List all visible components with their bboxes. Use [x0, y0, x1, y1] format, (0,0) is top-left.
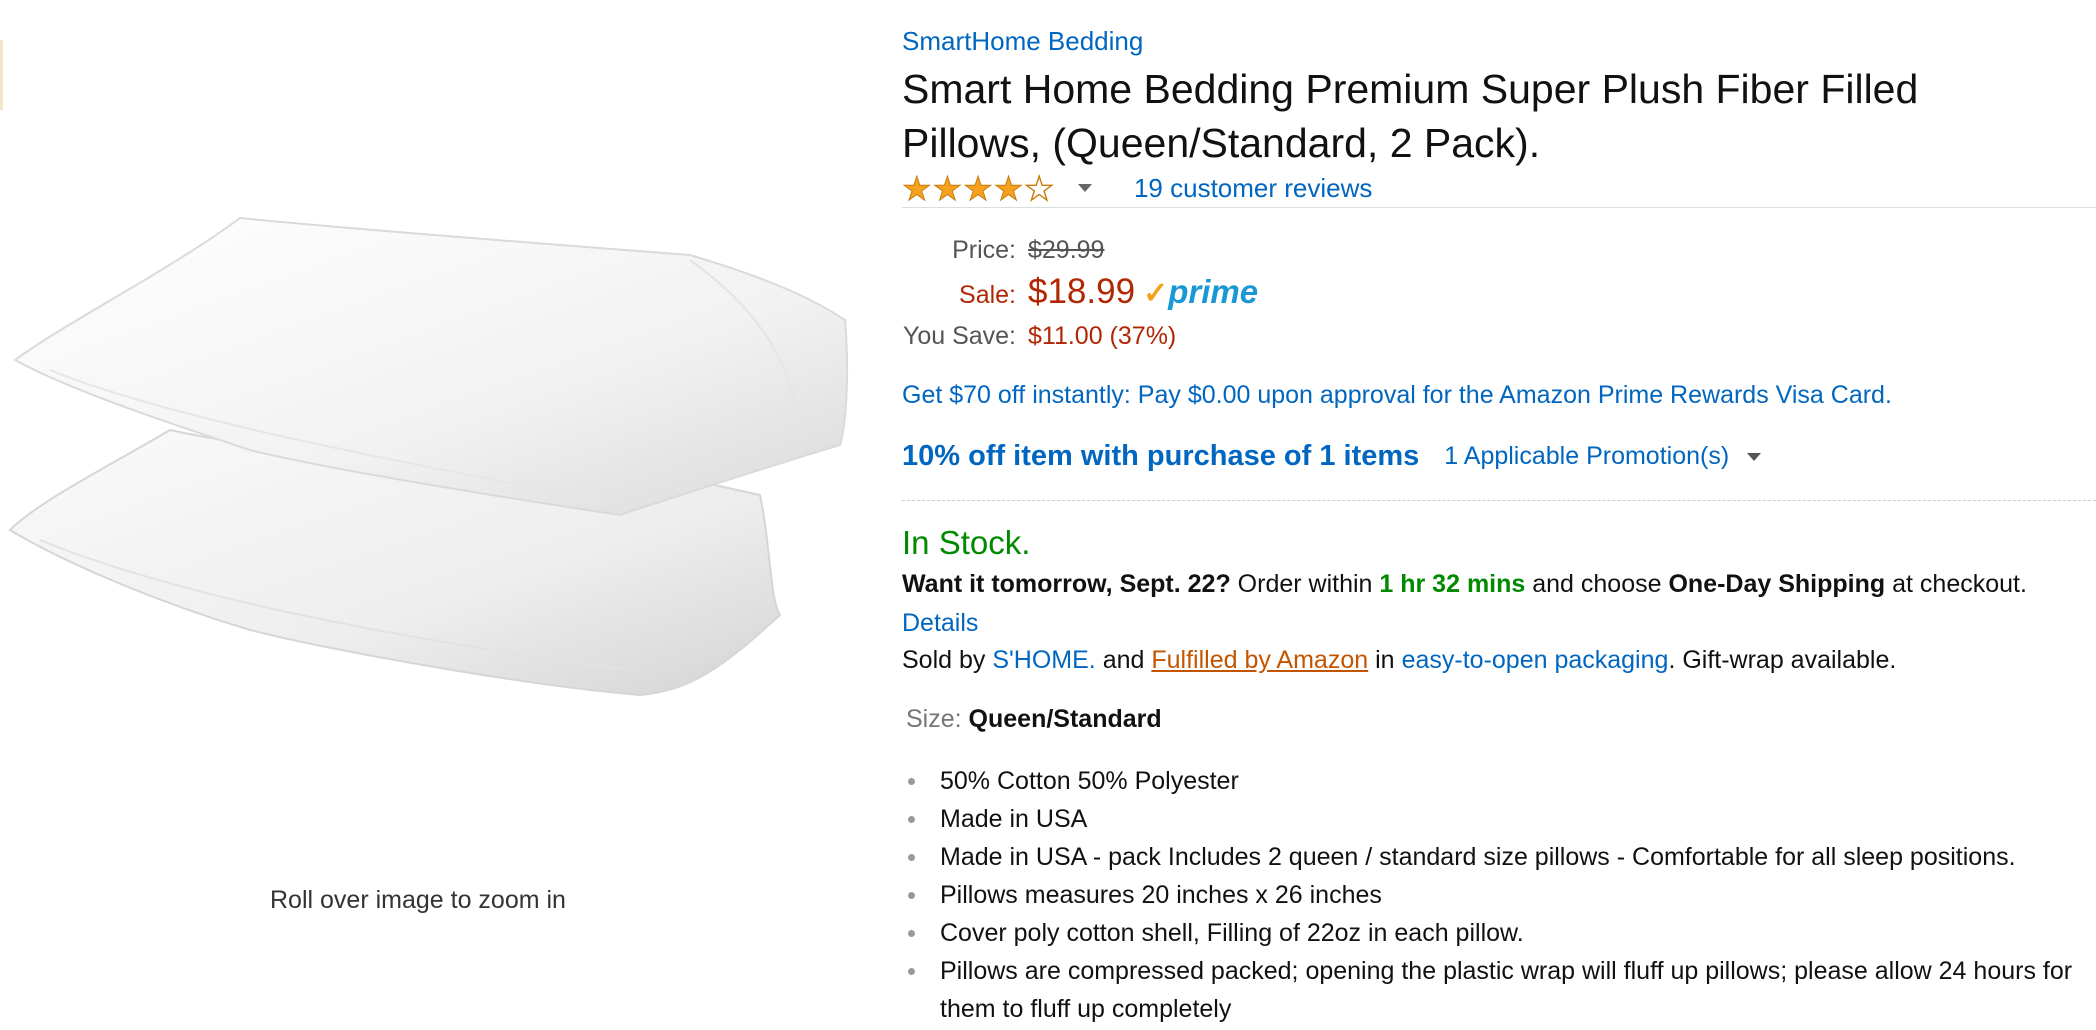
feature-bullet: 50% Cotton 50% Polyester — [906, 762, 2076, 800]
rating-row: ★ ★ ★ ★ ★ 19 customer reviews — [902, 168, 1373, 208]
chevron-down-icon[interactable] — [1077, 184, 1092, 192]
and-text: and — [1102, 646, 1145, 674]
feature-text: Made in USA — [940, 805, 1088, 833]
bullet-icon — [908, 816, 915, 823]
star-filled-icon: ★ — [932, 169, 963, 207]
gift-wrap-text: . Gift-wrap available. — [1668, 646, 1897, 674]
promotion-row: 10% off item with purchase of 1 items 1 … — [902, 440, 1762, 473]
list-price: $29.99 — [1028, 236, 1105, 264]
feature-text: Made in USA - pack Includes 2 queen / st… — [940, 843, 2016, 871]
fulfilled-by-amazon-link[interactable]: Fulfilled by Amazon — [1151, 646, 1368, 674]
delivery-message: Want it tomorrow, Sept. 22? Order within… — [902, 570, 2027, 599]
divider — [902, 500, 2096, 501]
visa-card-offer-link[interactable]: Get $70 off instantly: Pay $0.00 upon ap… — [902, 381, 1892, 410]
countdown-timer: 1 hr 32 mins — [1379, 570, 1526, 598]
feature-text: Cover poly cotton shell, Filling of 22oz… — [940, 919, 1524, 947]
order-within-text: Order within — [1237, 570, 1373, 598]
feature-bullet: Made in USA — [906, 800, 2076, 838]
delivery-date: Want it tomorrow, Sept. 22? — [902, 570, 1231, 598]
checkout-text: at checkout. — [1892, 570, 2027, 598]
size-label: Size: — [906, 705, 962, 733]
bullet-icon — [908, 778, 915, 785]
star-filled-icon: ★ — [902, 169, 933, 207]
feature-text: 50% Cotton 50% Polyester — [940, 767, 1239, 795]
bullet-icon — [908, 854, 915, 861]
promotion-title: 10% off item with purchase of 1 items — [902, 440, 1420, 472]
product-title: Smart Home Bedding Premium Super Plush F… — [902, 66, 1919, 166]
sold-by-text: Sold by — [902, 646, 986, 674]
feature-bullets: 50% Cotton 50% Polyester Made in USA Made … — [906, 762, 2076, 1028]
star-filled-icon: ★ — [993, 169, 1024, 207]
packaging-link[interactable]: easy-to-open packaging — [1402, 646, 1669, 674]
feature-bullet: Pillows are compressed packed; opening t… — [906, 952, 2076, 1028]
size-value: Queen/Standard — [968, 705, 1162, 733]
prime-badge: ✓ prime — [1143, 273, 1258, 311]
list-price-row: Price: $29.99 — [902, 236, 1104, 265]
bullet-icon — [908, 968, 915, 975]
prime-label: prime — [1168, 273, 1259, 310]
savings-value: $11.00 (37%) — [1028, 322, 1177, 350]
feature-bullet: Cover poly cotton shell, Filling of 22oz… — [906, 914, 2076, 952]
stock-status: In Stock. — [902, 524, 1031, 561]
feature-text: Pillows measures 20 inches x 26 inches — [940, 881, 1382, 909]
shipping-option: One-Day Shipping — [1668, 570, 1886, 598]
feature-bullet: Pillows measures 20 inches x 26 inches — [906, 876, 2076, 914]
star-outline-icon: ★ — [1024, 169, 1055, 207]
zoom-hint: Roll over image to zoom in — [270, 886, 566, 914]
bullet-icon — [908, 930, 915, 937]
prime-check-icon: ✓ — [1143, 277, 1169, 310]
savings-label: You Save: — [902, 322, 1016, 350]
savings-row: You Save: $11.00 (37%) — [902, 322, 1176, 351]
sale-price: $18.99 — [1028, 272, 1136, 311]
divider — [902, 207, 2096, 208]
chevron-down-icon[interactable] — [1747, 452, 1762, 461]
choose-text: and choose — [1532, 570, 1662, 598]
product-image[interactable] — [0, 200, 850, 700]
in-text: in — [1375, 646, 1395, 674]
product-image-area: Roll over image to zoom in — [0, 0, 850, 1030]
feature-bullet: Made in USA - pack Includes 2 queen / st… — [906, 838, 2076, 876]
seller-info: Sold by S'HOME. and Fulfilled by Amazon … — [902, 646, 1896, 675]
price-label: Price: — [952, 236, 1016, 264]
details-link[interactable]: Details — [902, 609, 978, 638]
customer-reviews-link[interactable]: 19 customer reviews — [1134, 173, 1372, 204]
star-filled-icon: ★ — [963, 169, 994, 207]
seller-link[interactable]: S'HOME. — [992, 646, 1095, 674]
star-rating[interactable]: ★ ★ ★ ★ ★ — [902, 169, 1055, 207]
bullet-icon — [908, 892, 915, 899]
applicable-promotions-link[interactable]: 1 Applicable Promotion(s) — [1444, 442, 1729, 471]
sale-label: Sale: — [959, 281, 1016, 309]
thumbnail-edge — [0, 40, 3, 110]
size-selector: Size: Queen/Standard — [906, 705, 1162, 734]
sale-price-row: Sale: $18.99 ✓ prime — [902, 272, 1258, 312]
brand-link[interactable]: SmartHome Bedding — [902, 26, 1143, 57]
feature-text: Pillows are compressed packed; opening t… — [940, 957, 2073, 1023]
